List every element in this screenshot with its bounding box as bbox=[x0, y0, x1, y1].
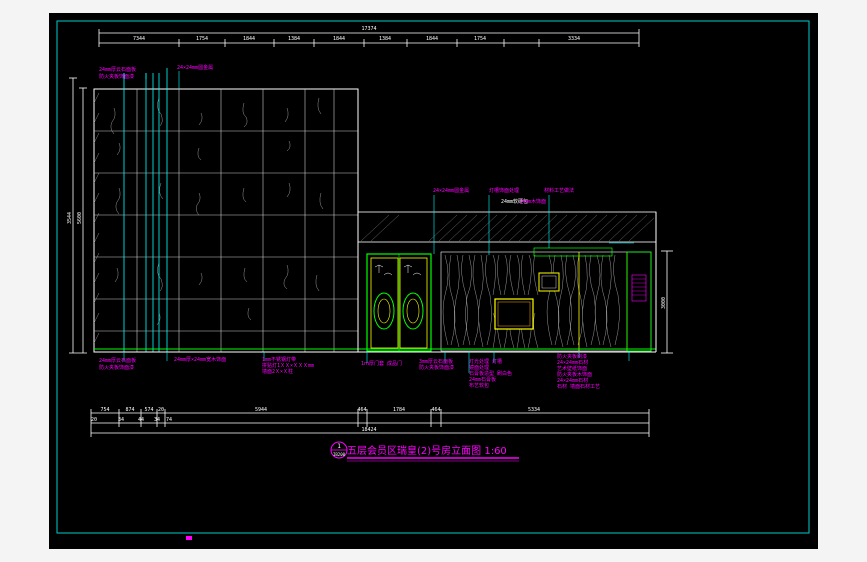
svg-text:材料工艺做法: 材料工艺做法 bbox=[544, 187, 574, 194]
svg-text:防火夹板刷漆: 防火夹板刷漆 bbox=[557, 353, 587, 360]
svg-text:石膏板造型 刷白色: 石膏板造型 刷白色 bbox=[469, 370, 512, 377]
svg-text:24×24mm石材: 24×24mm石材 bbox=[557, 359, 588, 366]
svg-text:灯光处理 灯槽: 灯光处理 灯槽 bbox=[469, 358, 502, 365]
svg-text:5600: 5600 bbox=[77, 212, 83, 224]
svg-text:IB200: IB200 bbox=[333, 452, 346, 457]
svg-text:3000: 3000 bbox=[661, 297, 667, 309]
stone-wall-panel bbox=[93, 68, 359, 353]
svg-text:24mm厚云石面板: 24mm厚云石面板 bbox=[99, 66, 136, 73]
svg-text:20: 20 bbox=[158, 407, 164, 413]
svg-text:3334: 3334 bbox=[568, 36, 580, 42]
svg-text:464: 464 bbox=[431, 407, 440, 413]
svg-text:1: 1 bbox=[337, 443, 341, 450]
top-dimension-text: 17374 7344 1754 1844 1384 1844 1384 1844… bbox=[133, 26, 580, 42]
svg-text:14mm木饰面: 14mm木饰面 bbox=[519, 198, 546, 205]
svg-text:1ｍ厚门套 成品门: 1ｍ厚门套 成品门 bbox=[361, 360, 402, 367]
svg-text:7344: 7344 bbox=[133, 36, 145, 42]
elevation-drawing: 17374 7344 1754 1844 1384 1844 1384 1844… bbox=[56, 20, 810, 540]
svg-text:3544: 3544 bbox=[67, 212, 73, 224]
svg-text:1754: 1754 bbox=[196, 36, 208, 42]
dim-total-bottom: 18424 bbox=[361, 427, 376, 433]
wood-wall-panel bbox=[440, 251, 652, 352]
svg-text:74: 74 bbox=[166, 417, 172, 423]
origin-marker bbox=[186, 536, 192, 540]
svg-text:1384: 1384 bbox=[288, 36, 300, 42]
svg-text:44: 44 bbox=[138, 417, 144, 423]
svg-text:5334: 5334 bbox=[528, 407, 540, 413]
svg-text:1844: 1844 bbox=[333, 36, 345, 42]
svg-text:874: 874 bbox=[125, 407, 134, 413]
svg-text:1mm不锈钢灯带: 1mm不锈钢灯带 bbox=[262, 356, 296, 363]
svg-text:3mm厚云石面板: 3mm厚云石面板 bbox=[419, 358, 453, 365]
svg-text:24mm石膏板: 24mm石膏板 bbox=[469, 376, 496, 383]
svg-text:24mm厚云石面板: 24mm厚云石面板 bbox=[99, 357, 136, 364]
svg-text:754: 754 bbox=[100, 407, 109, 413]
annotations-bottom: 24mm厚云石面板 防火夹板饰面漆 24mm厚×24mm宽木饰面 1mm不锈钢灯… bbox=[99, 353, 600, 390]
svg-text:34: 34 bbox=[118, 417, 124, 423]
svg-text:防火夹板饰面漆: 防火夹板饰面漆 bbox=[99, 364, 134, 371]
page-title: 五层会员区瑞皇(2)号房立面图 1:60 bbox=[347, 444, 507, 457]
svg-text:24mm厚×24mm宽木饰面: 24mm厚×24mm宽木饰面 bbox=[174, 356, 226, 363]
svg-text:1844: 1844 bbox=[426, 36, 438, 42]
svg-text:1844: 1844 bbox=[243, 36, 255, 42]
svg-text:34: 34 bbox=[154, 417, 160, 423]
svg-text:20: 20 bbox=[91, 417, 97, 423]
right-room-section bbox=[357, 211, 657, 353]
svg-text:拼贴灯1ＸＸ×ＸＸＸmm: 拼贴灯1ＸＸ×ＸＸＸmm bbox=[262, 362, 314, 369]
svg-text:墙面2Ｘ×Ｘ柱: 墙面2Ｘ×Ｘ柱 bbox=[262, 368, 293, 375]
svg-text:464: 464 bbox=[357, 407, 366, 413]
svg-text:1784: 1784 bbox=[393, 407, 405, 413]
svg-text:1754: 1754 bbox=[474, 36, 486, 42]
svg-text:灯槽饰面处理: 灯槽饰面处理 bbox=[489, 187, 519, 194]
tv-panel bbox=[494, 298, 534, 330]
svg-text:防火夹板饰面漆: 防火夹板饰面漆 bbox=[99, 73, 134, 80]
svg-text:石材 墙面石材工艺: 石材 墙面石材工艺 bbox=[557, 383, 600, 390]
svg-text:574: 574 bbox=[144, 407, 153, 413]
dim-total-top: 17374 bbox=[361, 26, 376, 32]
svg-text:镜面处理: 镜面处理 bbox=[469, 364, 489, 371]
bottom-dimension-text: 754 874 574 20 5944 464 1784 464 5334 20… bbox=[91, 407, 540, 433]
svg-text:24×24mm圆金属: 24×24mm圆金属 bbox=[433, 187, 469, 194]
svg-text:5944: 5944 bbox=[255, 407, 267, 413]
drawing-title-block: 1 IB200 五层会员区瑞皇(2)号房立面图 1:60 bbox=[330, 441, 519, 462]
svg-text:24×24mm圆金属: 24×24mm圆金属 bbox=[177, 64, 213, 71]
svg-text:24×24mm石材: 24×24mm石材 bbox=[557, 377, 588, 384]
svg-text:艺术壁纸饰面: 艺术壁纸饰面 bbox=[557, 365, 587, 372]
drawing-viewport[interactable]: 17374 7344 1754 1844 1384 1844 1384 1844… bbox=[49, 13, 818, 549]
svg-text:防火夹板饰面漆: 防火夹板饰面漆 bbox=[419, 364, 454, 371]
svg-text:布艺软包: 布艺软包 bbox=[469, 382, 489, 389]
svg-text:防火夹板木饰面: 防火夹板木饰面 bbox=[557, 371, 592, 378]
svg-text:1384: 1384 bbox=[379, 36, 391, 42]
